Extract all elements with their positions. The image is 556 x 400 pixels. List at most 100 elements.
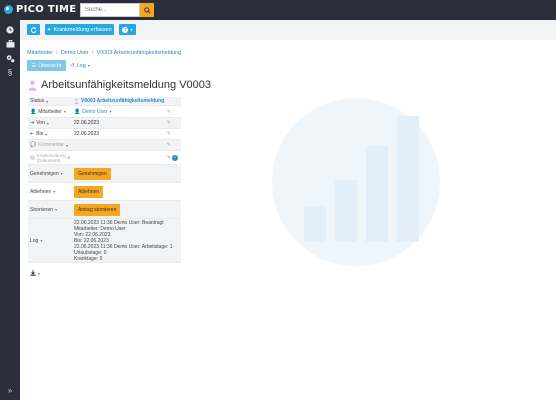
edit-pencil-icon[interactable]: ✎ (167, 155, 171, 161)
create-sick-note-button[interactable]: + Krankmeldung erfassen (45, 24, 114, 35)
status-label: Status (30, 98, 45, 104)
sign-out-icon: ⇤ (30, 131, 35, 137)
double-chevron-right-icon[interactable]: » (5, 385, 15, 395)
cancel-value-cell: Antrag stornieren (74, 203, 181, 216)
refresh-icon (30, 26, 37, 33)
status-value[interactable]: V0003 Arbeitsunfähigkeitsmeldung (81, 98, 164, 104)
caret-down-icon[interactable]: ▾ (66, 143, 68, 148)
log-entries: 22.06.2023 11:36 Demo User: Beantragt Mi… (74, 220, 173, 262)
employee-value[interactable]: Demo User (82, 109, 107, 115)
app-logo[interactable]: PICO TIME (4, 3, 76, 16)
caret-down-icon[interactable]: ▾ (64, 109, 66, 114)
clock-icon[interactable] (5, 25, 15, 35)
approve-label: Genehmigen (30, 170, 59, 177)
cancel-label-cell: Stornieren ▾ (28, 207, 74, 213)
caret-down-icon[interactable]: ▾ (53, 189, 55, 194)
caret-down-icon[interactable]: ▾ (55, 207, 57, 212)
sidebar: § » (0, 20, 20, 400)
from-value: 22.06.2023 (74, 120, 100, 126)
status-value-cell: V0003 Arbeitsunfähigkeitsmeldung (74, 98, 181, 104)
caret-down-icon[interactable]: ▾ (61, 171, 63, 176)
caret-down-icon[interactable]: ▾ (40, 238, 42, 243)
search-input[interactable] (80, 3, 140, 17)
tab-log-label: Log (76, 62, 86, 69)
document-label: Krankmeldung (Dokument) (37, 153, 66, 163)
approve-label-cell: Genehmigen ▾ (28, 171, 74, 177)
paragraph-icon[interactable]: § (5, 67, 15, 77)
approve-value-cell: Genehmigen (74, 167, 181, 180)
tab-overview-label: Übersicht (38, 62, 62, 69)
tab-overview[interactable]: ☰ Übersicht (27, 60, 66, 71)
comment-label-cell: 💬 Kommentar ▾ (28, 142, 74, 148)
caret-down-icon: ▾ (130, 27, 133, 32)
info-icon: ☰ (31, 62, 37, 69)
background-watermark (272, 98, 440, 266)
row-cancel: Stornieren ▾ Antrag stornieren (28, 201, 181, 219)
search-icon (143, 6, 151, 14)
edit-pencil-icon[interactable]: ✎ (167, 109, 171, 115)
edit-pencil-icon[interactable]: ✎ (167, 131, 171, 137)
from-label-cell: ⇥ Von ▾ (28, 120, 74, 126)
caret-down-icon[interactable]: ▾ (47, 121, 49, 126)
refresh-button[interactable] (27, 24, 40, 35)
logo-icon (4, 5, 13, 14)
sign-in-icon: ⇥ (30, 120, 35, 126)
user-icon (74, 98, 79, 104)
search-button[interactable] (140, 3, 154, 17)
toolbar: + Krankmeldung erfassen ? ▾ (20, 20, 556, 40)
caret-down-icon[interactable]: ▾ (46, 99, 48, 104)
briefcase-icon[interactable] (5, 39, 15, 49)
log-line: 22.06.2023 11:36 Demo User: Arbeitstage:… (74, 243, 173, 250)
status-label-cell: Status ▾ (28, 98, 74, 104)
log-label-cell: Log ▾ (28, 238, 74, 244)
page-title: Arbeitsunfähigkeitsmeldung V0003 (41, 79, 212, 91)
breadcrumb: Mitarbeiter › Demo User › V0003 Arbeitsu… (27, 50, 181, 56)
row-log: Log ▾ 22.06.2023 11:36 Demo User: Beantr… (28, 219, 181, 263)
reject-button[interactable]: Ablehnen (74, 185, 104, 198)
help-dropdown-button[interactable]: ? ▾ (119, 24, 136, 35)
edit-pencil-icon[interactable]: ✎ (167, 120, 171, 126)
row-to: ⇤ Bis ▾ 22.06.2023 ✎ (28, 129, 181, 140)
reject-value-cell: Ablehnen (74, 185, 181, 198)
create-sick-note-label: Krankmeldung erfassen (53, 26, 112, 33)
cogs-icon[interactable] (5, 53, 15, 63)
file-icon: ▤ (30, 154, 35, 161)
breadcrumb-separator: › (91, 50, 94, 56)
user-icon: 👤 (30, 108, 37, 115)
to-value-cell: 22.06.2023 (74, 131, 181, 137)
row-reject: Ablehnen ▾ Ablehnen (28, 183, 181, 201)
comment-label: Kommentar (38, 142, 65, 148)
row-from: ⇥ Von ▾ 22.06.2023 ✎ (28, 118, 181, 129)
from-value-cell: 22.06.2023 (74, 120, 181, 126)
download-dropdown[interactable]: ▾ (30, 270, 40, 276)
row-status: Status ▾ V0003 Arbeitsunfähigkeitsmeldun… (28, 97, 181, 106)
reject-label: Ablehnen (30, 188, 52, 195)
row-comment: 💬 Kommentar ▾ ✎ (28, 140, 181, 151)
reject-label-cell: Ablehnen ▾ (28, 189, 74, 195)
document-label-line-2: (Dokument) (36, 157, 61, 163)
help-icon[interactable]: ? (172, 154, 178, 161)
breadcrumb-item-employee[interactable]: Mitarbeiter (27, 50, 53, 56)
to-label: Bis (36, 131, 44, 137)
cancel-label: Stornieren (30, 206, 54, 213)
breadcrumb-separator: › (55, 50, 58, 56)
breadcrumb-item-current[interactable]: V0003 Arbeitsunfähigkeitsmeldung (96, 50, 181, 56)
user-dark-icon: 👤 (74, 108, 81, 115)
log-label: Log (30, 237, 39, 244)
employee-label: Mitarbeiter (38, 108, 62, 115)
employee-value-cell: 👤 Demo User ▾ (74, 109, 181, 115)
tab-log[interactable]: ↺ Log ▾ (70, 60, 90, 71)
caret-down-icon[interactable]: ▾ (68, 155, 70, 160)
log-line: Kranktage: 0 (74, 255, 103, 262)
row-document: ▤ Krankmeldung (Dokument) ▾ ✎ ? (28, 151, 181, 165)
history-icon: ↺ (70, 62, 75, 69)
breadcrumb-item-user[interactable]: Demo User (61, 50, 89, 56)
caret-down-icon[interactable]: ▾ (110, 109, 112, 114)
logo-text: PICO TIME (16, 4, 77, 15)
edit-pencil-icon[interactable]: ✎ (167, 142, 171, 148)
approve-button[interactable]: Genehmigen (74, 167, 111, 180)
log-value-cell: 22.06.2023 11:36 Demo User: Beantragt Mi… (74, 220, 181, 262)
caret-down-icon[interactable]: ▾ (45, 132, 47, 137)
cancel-request-button[interactable]: Antrag stornieren (74, 203, 121, 216)
details-table: Status ▾ V0003 Arbeitsunfähigkeitsmeldun… (28, 97, 181, 263)
